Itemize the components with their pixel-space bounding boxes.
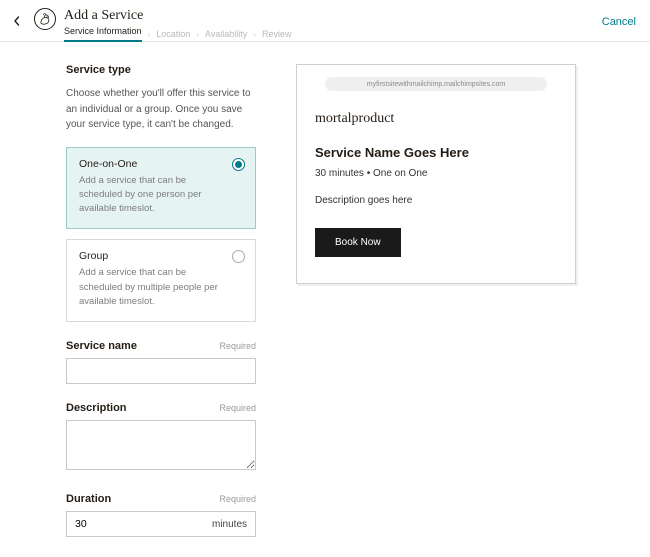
service-name-field-row: Service name Required bbox=[66, 340, 256, 352]
description-label: Description bbox=[66, 402, 127, 414]
description-input[interactable] bbox=[66, 420, 256, 470]
required-label: Required bbox=[219, 494, 256, 504]
preview-card: myfirstsitewithmailchimp.mailchimpsites.… bbox=[296, 64, 576, 284]
back-button[interactable] bbox=[8, 12, 26, 30]
duration-unit: minutes bbox=[212, 519, 247, 530]
duration-field-row: Duration Required bbox=[66, 493, 256, 505]
form-column: Service type Choose whether you'll offer… bbox=[66, 64, 256, 537]
radio-icon bbox=[232, 158, 245, 171]
preview-column: myfirstsitewithmailchimp.mailchimpsites.… bbox=[296, 64, 630, 537]
main-content: Service type Choose whether you'll offer… bbox=[0, 42, 650, 557]
description-field-row: Description Required bbox=[66, 402, 256, 414]
option-description: Add a service that can be scheduled by m… bbox=[79, 266, 225, 309]
duration-input[interactable] bbox=[75, 518, 212, 530]
option-title: One-on-One bbox=[79, 158, 225, 170]
breadcrumb: Service Information › Location › Availab… bbox=[64, 26, 291, 42]
breadcrumb-location: Location bbox=[156, 29, 190, 39]
page-title: Add a Service bbox=[64, 8, 291, 24]
service-name-label: Service name bbox=[66, 340, 137, 352]
book-now-button[interactable]: Book Now bbox=[315, 228, 401, 257]
radio-icon bbox=[232, 250, 245, 263]
service-name-input[interactable] bbox=[66, 358, 256, 384]
chevron-right-icon: › bbox=[253, 30, 256, 39]
service-type-title: Service type bbox=[66, 64, 256, 76]
option-title: Group bbox=[79, 250, 225, 262]
preview-service-meta: 30 minutes • One on One bbox=[315, 168, 557, 179]
title-block: Add a Service Service Information › Loca… bbox=[64, 8, 291, 42]
chevron-right-icon: › bbox=[148, 30, 151, 39]
service-type-one-on-one[interactable]: One-on-One Add a service that can be sch… bbox=[66, 147, 256, 230]
chevron-left-icon bbox=[12, 16, 22, 26]
page-header: Add a Service Service Information › Loca… bbox=[0, 0, 650, 42]
mailchimp-logo-icon bbox=[34, 8, 56, 30]
service-type-group[interactable]: Group Add a service that can be schedule… bbox=[66, 239, 256, 322]
service-type-description: Choose whether you'll offer this service… bbox=[66, 86, 256, 133]
breadcrumb-availability: Availability bbox=[205, 29, 247, 39]
header-left: Add a Service Service Information › Loca… bbox=[8, 6, 291, 42]
chevron-right-icon: › bbox=[196, 30, 199, 39]
required-label: Required bbox=[219, 403, 256, 413]
duration-label: Duration bbox=[66, 493, 111, 505]
preview-brand: mortalproduct bbox=[315, 111, 557, 127]
required-label: Required bbox=[219, 341, 256, 351]
preview-service-name: Service Name Goes Here bbox=[315, 145, 557, 160]
breadcrumb-review: Review bbox=[262, 29, 292, 39]
duration-input-wrap: minutes bbox=[66, 511, 256, 537]
cancel-link[interactable]: Cancel bbox=[602, 16, 636, 28]
breadcrumb-service-information[interactable]: Service Information bbox=[64, 26, 142, 42]
option-description: Add a service that can be scheduled by o… bbox=[79, 174, 225, 217]
preview-url-bar: myfirstsitewithmailchimp.mailchimpsites.… bbox=[325, 77, 547, 91]
preview-service-description: Description goes here bbox=[315, 195, 557, 206]
